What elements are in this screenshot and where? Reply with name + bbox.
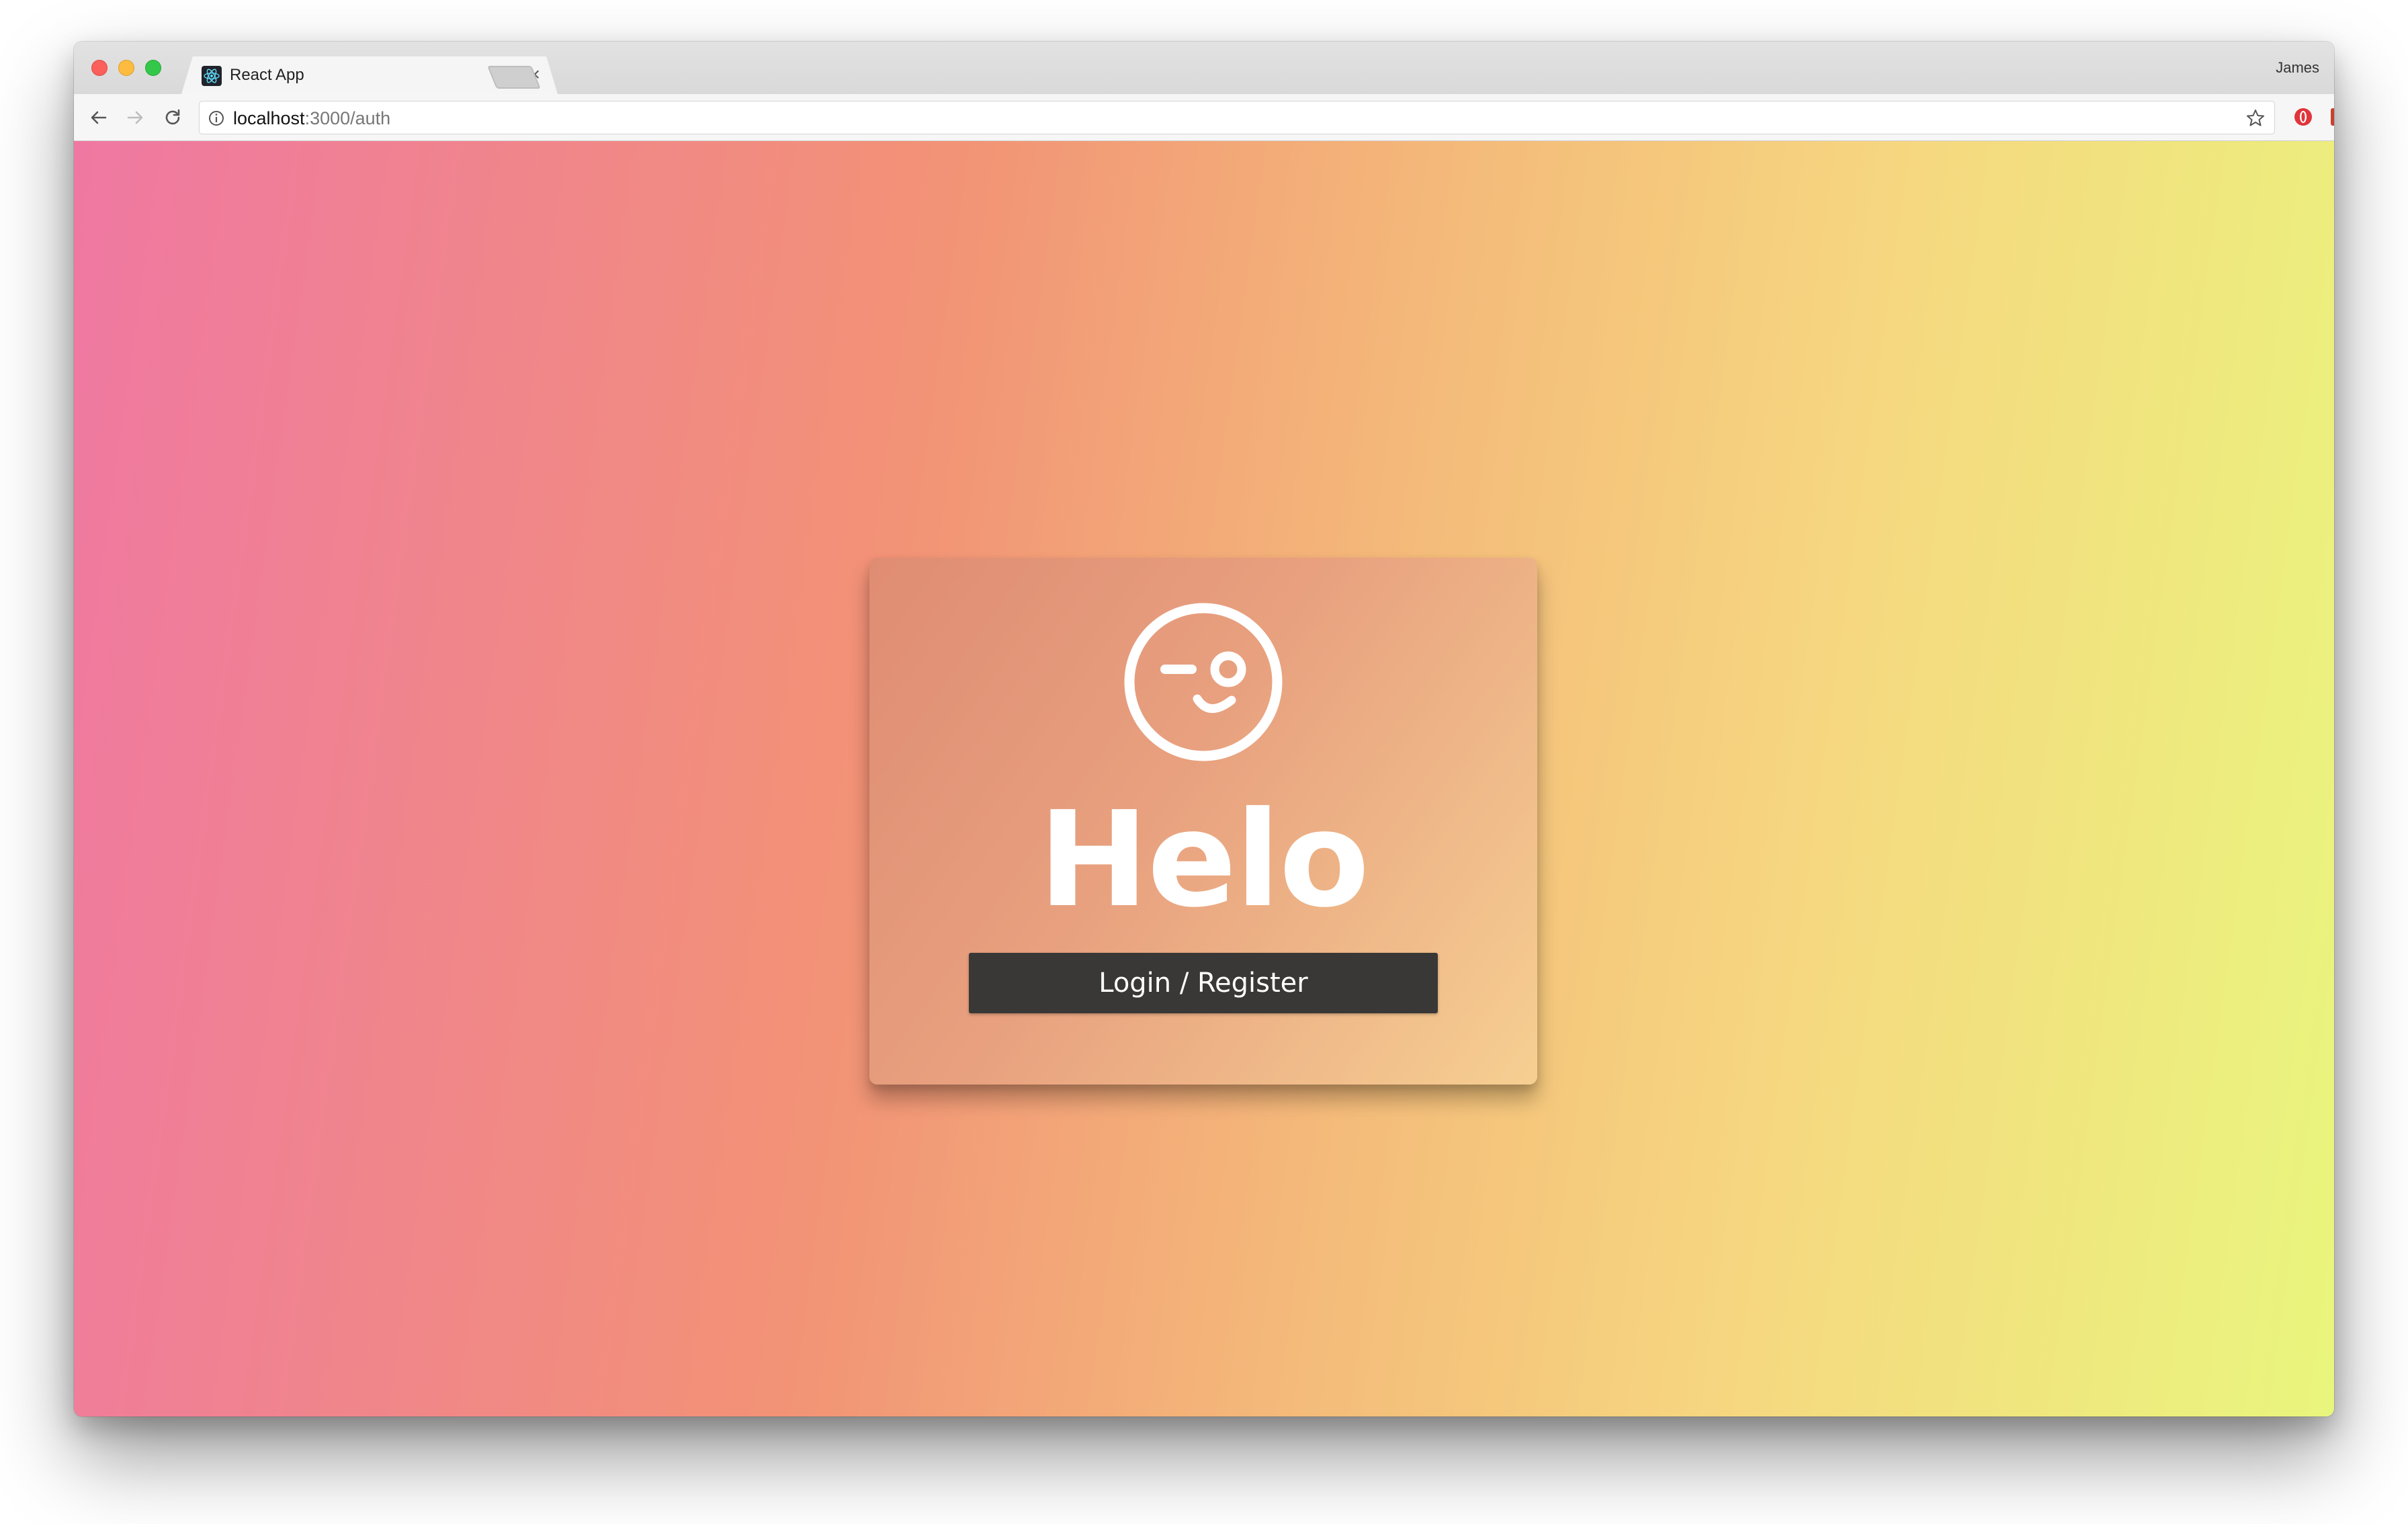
page-viewport: Helo Login / Register bbox=[74, 141, 2334, 1416]
auth-card: Helo Login / Register bbox=[869, 558, 1537, 1085]
opera-icon[interactable] bbox=[2292, 106, 2314, 128]
close-window-button[interactable] bbox=[91, 60, 108, 76]
toolbox-icon[interactable] bbox=[2329, 106, 2334, 128]
star-icon[interactable] bbox=[2245, 108, 2266, 129]
arrow-left-icon bbox=[91, 111, 107, 124]
new-tab-button[interactable] bbox=[487, 66, 541, 89]
reload-button[interactable] bbox=[157, 102, 188, 133]
reload-icon bbox=[165, 109, 180, 125]
browser-window: React App × James bbox=[74, 42, 2334, 1416]
react-icon bbox=[202, 66, 222, 86]
login-register-button[interactable]: Login / Register bbox=[969, 953, 1438, 1013]
profile-name[interactable]: James bbox=[2276, 59, 2319, 77]
back-button[interactable] bbox=[83, 102, 114, 133]
browser-toolbar: localhost:3000/auth bbox=[74, 94, 2334, 141]
arrow-right-icon bbox=[127, 111, 143, 124]
tab-strip: React App × James bbox=[74, 42, 2334, 94]
maximize-window-button[interactable] bbox=[145, 60, 161, 76]
wink-face-icon bbox=[1124, 603, 1283, 761]
url-path: :3000/auth bbox=[304, 108, 391, 128]
minimize-window-button[interactable] bbox=[118, 60, 134, 76]
forward-button[interactable] bbox=[120, 102, 150, 133]
url-host: localhost bbox=[233, 108, 305, 128]
url-text[interactable]: localhost:3000/auth bbox=[233, 108, 390, 129]
tab-title: React App bbox=[230, 66, 304, 84]
brand-title: Helo bbox=[1038, 784, 1370, 937]
info-icon[interactable] bbox=[208, 110, 225, 127]
address-bar[interactable]: localhost:3000/auth bbox=[199, 101, 2275, 134]
